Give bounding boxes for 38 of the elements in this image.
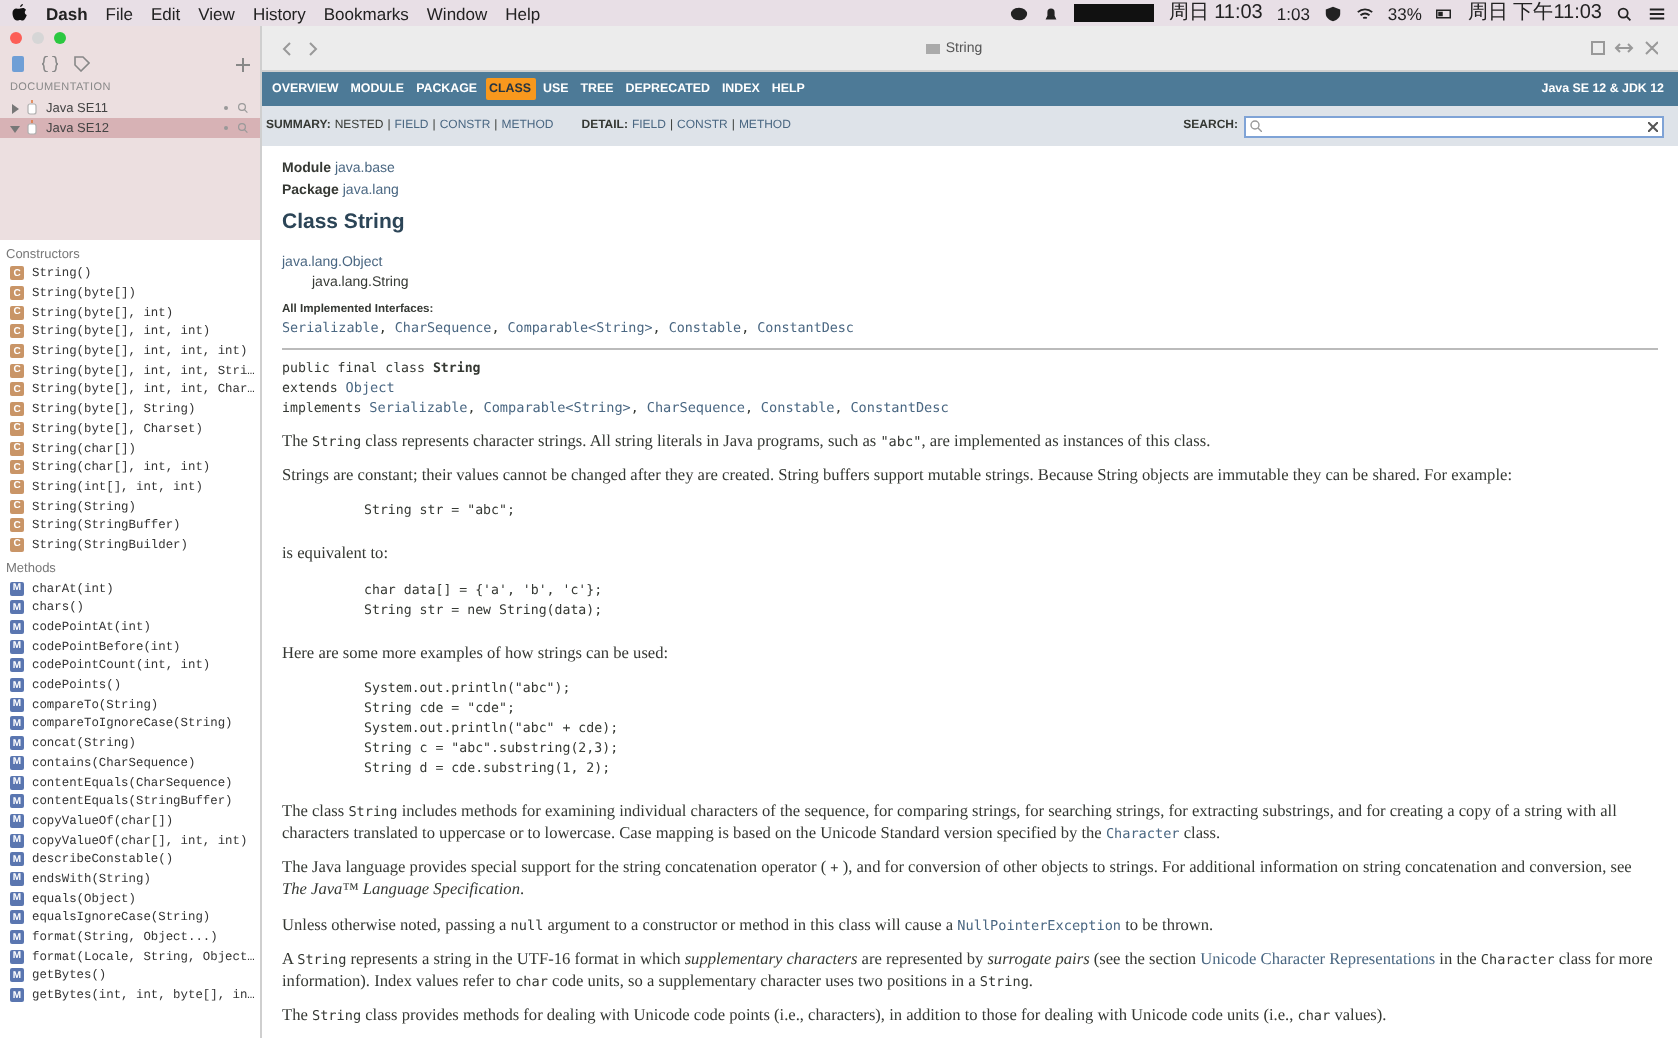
menu-item[interactable]: Bookmarks: [323, 3, 409, 23]
search-icon[interactable]: [1616, 5, 1634, 21]
zoom-button[interactable]: [54, 32, 66, 44]
shield-icon[interactable]: [1323, 5, 1342, 21]
add-icon[interactable]: [236, 57, 250, 71]
menu-item[interactable]: Window: [426, 3, 488, 23]
menu-icon[interactable]: [1648, 5, 1666, 21]
tag-icon[interactable]: [74, 56, 90, 72]
paragraph: is equivalent to:: [282, 542, 390, 566]
clock-text: 周日 11:03: [1168, 1, 1263, 25]
menu-item[interactable]: View: [198, 3, 235, 23]
redacted-block: [1074, 4, 1155, 22]
braces-icon[interactable]: [42, 56, 58, 72]
search-field[interactable]: [1244, 115, 1664, 137]
bell-icon[interactable]: [1042, 5, 1061, 21]
disclosure-triangle-icon[interactable]: [10, 123, 20, 133]
timer-text: 1:03: [1276, 3, 1310, 23]
menu-item[interactable]: Help: [505, 3, 541, 23]
disclosure-triangle-icon[interactable]: [10, 103, 20, 113]
apple-logo-icon[interactable]: [12, 4, 28, 22]
class-title: Class String: [282, 210, 407, 234]
menu-item[interactable]: History: [252, 3, 306, 23]
window-controls-icon[interactable]: [1590, 40, 1658, 56]
menu-item[interactable]: File: [105, 3, 133, 23]
paragraph: Strings are constant; their values cannot be changed after they are created. String buffers support mutable strings. Because String objects are immutable they can be shared. For example:: [282, 464, 1514, 487]
battery-percent: 33%: [1387, 3, 1422, 23]
wifi-icon[interactable]: [1355, 5, 1374, 21]
search-icon: [1250, 120, 1262, 132]
clear-icon[interactable]: [1648, 121, 1658, 131]
menu-item[interactable]: Dash: [46, 3, 88, 23]
clock-text: 周日 下午11:03: [1467, 1, 1602, 25]
paragraph: Here are some more examples of how strings can be used:: [282, 641, 671, 664]
book-icon[interactable]: [10, 56, 26, 72]
menu-item[interactable]: Edit: [151, 3, 181, 23]
close-button[interactable]: [10, 32, 22, 44]
battery-icon[interactable]: [1435, 5, 1454, 21]
back-forward-icon[interactable]: [282, 41, 318, 55]
link[interactable]: Unicode Character Representations: [1200, 949, 1436, 968]
